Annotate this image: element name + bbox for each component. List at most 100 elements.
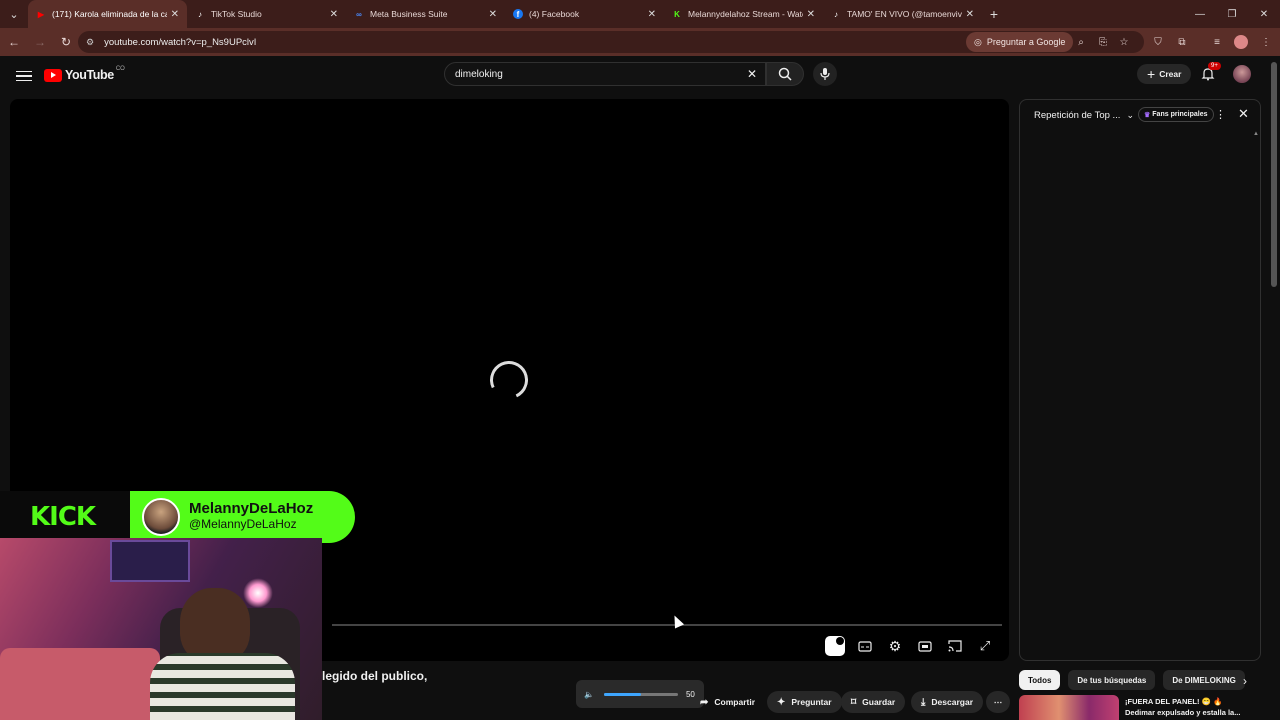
close-window-icon[interactable]: ✕: [1248, 0, 1280, 28]
profile-avatar-icon[interactable]: [1231, 32, 1251, 52]
site-info-icon[interactable]: ⚙: [86, 37, 94, 48]
browser-tab-facebook[interactable]: f (4) Facebook ✕: [505, 0, 664, 28]
streamer-shirt: [150, 653, 295, 720]
url-text: youtube.com/watch?v=p_Ns9UPclvI: [104, 36, 257, 48]
streamer-handle: @MelannyDeLaHoz: [189, 517, 297, 531]
volume-popup: 🔈 50: [576, 680, 704, 708]
zoom-icon[interactable]: ⌕: [1071, 32, 1091, 52]
recommended-video[interactable]: ¡FUERA DEL PANEL! 😁 🔥 Dedimar expulsado …: [1019, 695, 1261, 720]
autoplay-toggle[interactable]: [825, 636, 845, 656]
voice-search-button[interactable]: [813, 62, 837, 86]
browser-tab-meta[interactable]: ∞ Meta Business Suite ✕: [346, 0, 505, 28]
new-tab-button[interactable]: +: [982, 6, 1006, 22]
streamer-head: [180, 588, 250, 663]
close-tab-icon[interactable]: ✕: [648, 9, 656, 20]
clear-search-icon[interactable]: ✕: [743, 65, 761, 83]
top-fans-badge[interactable]: ♛ Fans principales: [1138, 107, 1214, 122]
download-icon: ⤓: [921, 696, 926, 708]
tab-title: TikTok Studio: [211, 9, 262, 19]
recommended-thumbnail: [1019, 695, 1119, 720]
player-controls: ⚙ ⤢: [825, 636, 995, 656]
more-options-icon[interactable]: ⋮: [1215, 108, 1226, 121]
download-button[interactable]: ⤓ Descargar: [911, 691, 984, 713]
close-tab-icon[interactable]: ✕: [489, 9, 497, 20]
kick-logo-block: KICK: [0, 491, 130, 543]
background-shelf: [110, 540, 190, 582]
search-button[interactable]: [766, 62, 804, 86]
kick-logo: KICK: [30, 502, 96, 532]
chat-scroll-arrow-icon[interactable]: ▲: [1253, 131, 1259, 137]
volume-slider-fill: [603, 692, 641, 696]
tab-title: Meta Business Suite: [370, 9, 448, 19]
window-controls: — ❐ ✕: [1184, 0, 1280, 28]
tiktok-favicon-icon: ♪: [834, 9, 838, 19]
browser-menu-icon[interactable]: ⋮: [1256, 32, 1276, 52]
chip-from-searches[interactable]: De tus búsquedas: [1068, 670, 1156, 690]
video-title: legido del publico,: [322, 669, 428, 683]
facebook-favicon-icon: f: [513, 9, 523, 19]
cast-icon[interactable]: [945, 636, 965, 656]
fullscreen-icon[interactable]: ⤢: [975, 636, 995, 656]
browser-toolbar: ← → ↻ ⚙ youtube.com/watch?v=p_Ns9UPclvI …: [0, 28, 1280, 56]
forward-icon[interactable]: →: [28, 30, 52, 54]
back-icon[interactable]: ←: [2, 30, 26, 54]
share-button[interactable]: ➦ Compartir: [696, 691, 765, 713]
close-tab-icon[interactable]: ✕: [171, 9, 179, 20]
bookmark-star-icon[interactable]: ☆: [1114, 32, 1134, 52]
create-button[interactable]: + Crear: [1137, 64, 1192, 84]
close-tab-icon[interactable]: ✕: [330, 9, 338, 20]
search-input[interactable]: dimeloking ✕: [444, 62, 766, 86]
youtube-favicon-icon: ▶: [37, 9, 45, 19]
ask-button[interactable]: ✦ Preguntar: [767, 691, 842, 713]
more-horizontal-icon: ⋯: [993, 696, 1003, 707]
page-scrollbar[interactable]: [1271, 62, 1277, 287]
browser-tab-tiktok[interactable]: ♪ TikTok Studio ✕: [187, 0, 346, 28]
microphone-icon: [820, 68, 830, 80]
kick-favicon-icon: K: [674, 9, 680, 19]
video-progress-bar[interactable]: [332, 624, 1002, 626]
hamburger-menu-icon[interactable]: [12, 64, 36, 88]
restore-icon[interactable]: ❐: [1216, 0, 1248, 28]
browser-tab-kick[interactable]: K Melannydelahoz Stream - Watc ✕: [664, 0, 823, 28]
tab-title: Melannydelahoz Stream - Watc: [688, 9, 803, 19]
chip-from-channel[interactable]: De DIMELOKING: [1163, 670, 1245, 690]
webcam-feed: [0, 538, 322, 720]
bookmark-icon: ⌑: [851, 696, 857, 708]
save-button[interactable]: ⌑ Guardar: [841, 691, 906, 713]
sparkle-icon: ✦: [777, 696, 786, 708]
reload-icon[interactable]: ↻: [54, 30, 78, 54]
chevron-down-icon[interactable]: ⌄: [1126, 110, 1134, 121]
theater-mode-icon[interactable]: [915, 636, 935, 656]
media-control-icon[interactable]: ≡: [1207, 32, 1227, 52]
tab-search-icon[interactable]: ⌄: [0, 0, 28, 28]
streamer-avatar: [142, 498, 180, 536]
chevron-right-icon[interactable]: ›: [1236, 672, 1254, 690]
extension-shield-icon[interactable]: ⛉: [1148, 32, 1168, 52]
tab-title: (171) Karola eliminada de la ca: [52, 9, 167, 19]
ask-google-button[interactable]: ◎ Preguntar a Google: [966, 32, 1074, 52]
youtube-logo[interactable]: YouTube CO: [44, 66, 125, 82]
chat-replay-panel: Repetición de Top ... ⌄ ♛ Fans principal…: [1019, 99, 1261, 661]
minimize-icon[interactable]: —: [1184, 0, 1216, 28]
volume-value: 50: [685, 689, 695, 699]
close-tab-icon[interactable]: ✕: [807, 9, 815, 20]
tab-title: TAMO' EN VIVO (@tamoenvivo: [847, 9, 962, 19]
browser-tab-tiktok-live[interactable]: ♪ TAMO' EN VIVO (@tamoenvivo ✕: [823, 0, 982, 28]
close-tab-icon[interactable]: ✕: [966, 9, 974, 20]
background-couch: [0, 648, 160, 720]
browser-tab-youtube[interactable]: ▶ (171) Karola eliminada de la ca ✕: [28, 0, 187, 28]
chat-mode-selector[interactable]: Repetición de Top ...: [1034, 110, 1120, 121]
extensions-puzzle-icon[interactable]: ⧉: [1172, 32, 1192, 52]
close-panel-icon[interactable]: ✕: [1238, 106, 1249, 122]
more-actions-button[interactable]: ⋯: [986, 691, 1010, 713]
loading-spinner-icon: [484, 355, 534, 405]
volume-slider[interactable]: [603, 692, 678, 696]
install-app-icon[interactable]: ⎘: [1093, 32, 1113, 52]
chip-all[interactable]: Todos: [1019, 670, 1061, 690]
subtitles-icon[interactable]: [855, 636, 875, 656]
account-avatar[interactable]: [1233, 65, 1251, 83]
settings-gear-icon[interactable]: ⚙: [885, 636, 905, 656]
browser-tab-strip: ⌄ ▶ (171) Karola eliminada de la ca ✕ ♪ …: [0, 0, 1280, 28]
background-light: [243, 578, 273, 608]
tab-title: (4) Facebook: [529, 9, 580, 19]
